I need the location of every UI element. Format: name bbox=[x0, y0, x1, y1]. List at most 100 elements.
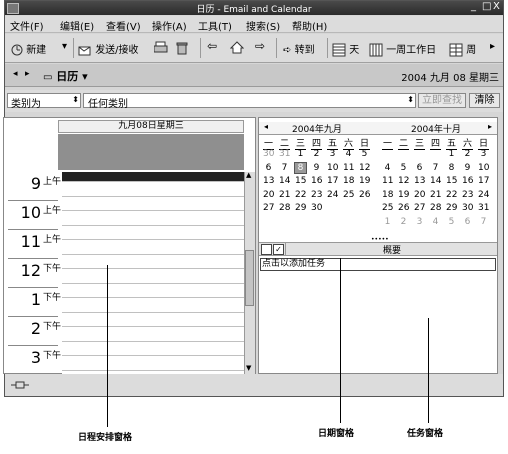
calendar-day[interactable]: 1 bbox=[382, 217, 393, 227]
calendar-day[interactable]: 1 bbox=[295, 149, 306, 159]
calendar-day[interactable]: 10 bbox=[327, 163, 338, 173]
search-now-button[interactable]: 立即查找 bbox=[418, 93, 466, 108]
calendar-day[interactable]: 1 bbox=[446, 149, 457, 159]
calendar-day[interactable]: 17 bbox=[327, 176, 338, 186]
menu-file[interactable]: 文件(F) bbox=[10, 18, 44, 33]
calendar-day[interactable]: 31 bbox=[279, 149, 290, 159]
menu-view[interactable]: 查看(V) bbox=[106, 18, 141, 33]
today-button[interactable] bbox=[230, 41, 244, 54]
calendar-day[interactable]: 13 bbox=[414, 176, 425, 186]
all-day-events-area[interactable] bbox=[58, 134, 244, 170]
calendar-day[interactable]: 19 bbox=[359, 176, 370, 186]
delete-button[interactable] bbox=[176, 41, 188, 55]
maximize-button[interactable]: □ bbox=[482, 1, 491, 12]
calendar-day[interactable]: 7 bbox=[430, 163, 441, 173]
selected-time-slot[interactable] bbox=[62, 172, 244, 181]
task-list[interactable] bbox=[259, 272, 497, 373]
calendar-day-selected[interactable]: 8 bbox=[294, 161, 307, 174]
calendar-day[interactable]: 11 bbox=[382, 176, 393, 186]
calendar-day[interactable]: 25 bbox=[382, 203, 393, 213]
calendar-day[interactable]: 18 bbox=[343, 176, 354, 186]
calendar-day[interactable]: 13 bbox=[263, 176, 274, 186]
calendar-day[interactable]: 16 bbox=[311, 176, 322, 186]
calendar-day[interactable]: 15 bbox=[446, 176, 457, 186]
add-task-field[interactable]: 点击以添加任务 bbox=[260, 258, 496, 271]
calendar-day[interactable]: 23 bbox=[311, 190, 322, 200]
task-complete-column-icon[interactable]: ✓ bbox=[273, 244, 284, 255]
calendar-day[interactable]: 24 bbox=[327, 190, 338, 200]
goto-button[interactable]: ➪ 转到 bbox=[283, 41, 315, 56]
next-month-arrow-icon[interactable]: ▸ bbox=[488, 122, 492, 131]
calendar-day[interactable]: 30 bbox=[311, 203, 322, 213]
calendar-day[interactable]: 30 bbox=[462, 203, 473, 213]
calendar-day[interactable]: 15 bbox=[295, 176, 306, 186]
time-slot-grid[interactable] bbox=[62, 172, 244, 374]
menu-tools[interactable]: 工具(T) bbox=[198, 18, 232, 33]
calendar-day[interactable]: 11 bbox=[343, 163, 354, 173]
next-arrow-icon[interactable]: ▸ bbox=[25, 69, 30, 79]
calendar-day[interactable]: 2 bbox=[398, 217, 409, 227]
calendar-day[interactable]: 9 bbox=[462, 163, 473, 173]
calendar-day[interactable]: 21 bbox=[430, 190, 441, 200]
category-select[interactable]: 任何类别 ⬍ bbox=[83, 93, 416, 110]
summary-column-header[interactable]: 概要 bbox=[383, 243, 401, 256]
calendar-day[interactable]: 29 bbox=[446, 203, 457, 213]
calendar-day[interactable]: 20 bbox=[263, 190, 274, 200]
week-view-button[interactable]: 周 bbox=[449, 41, 476, 57]
close-button[interactable]: X bbox=[493, 1, 500, 12]
toolbar-overflow-arrow-icon[interactable]: ▸ bbox=[490, 41, 495, 52]
calendar-day[interactable]: 14 bbox=[279, 176, 290, 186]
calendar-day[interactable]: 6 bbox=[462, 217, 473, 227]
calendar-day[interactable]: 27 bbox=[263, 203, 274, 213]
clear-button[interactable]: 清除 bbox=[469, 93, 500, 108]
calendar-day[interactable]: 4 bbox=[382, 163, 393, 173]
calendar-day[interactable]: 5 bbox=[446, 217, 457, 227]
calendar-day[interactable]: 26 bbox=[398, 203, 409, 213]
calendar-day[interactable]: 9 bbox=[311, 163, 322, 173]
menu-help[interactable]: 帮助(H) bbox=[292, 18, 327, 33]
calendar-day[interactable]: 26 bbox=[359, 190, 370, 200]
calendar-day[interactable]: 7 bbox=[279, 163, 290, 173]
minimize-button[interactable]: _ bbox=[471, 1, 476, 12]
calendar-folder-button[interactable]: ▭ 日历 ▾ bbox=[43, 68, 88, 84]
day-view-scrollbar[interactable]: ▲ ▼ bbox=[244, 171, 255, 374]
calendar-day[interactable]: 22 bbox=[295, 190, 306, 200]
calendar-day[interactable]: 31 bbox=[478, 203, 489, 213]
back-arrow-icon[interactable]: ⇦ bbox=[207, 39, 217, 53]
new-button[interactable]: 新建 bbox=[11, 41, 46, 56]
calendar-day[interactable]: 25 bbox=[343, 190, 354, 200]
calendar-day[interactable]: 17 bbox=[478, 176, 489, 186]
calendar-day[interactable]: 29 bbox=[295, 203, 306, 213]
scroll-down-icon[interactable]: ▼ bbox=[246, 364, 251, 372]
task-type-column-icon[interactable] bbox=[261, 244, 272, 255]
filter-field-select[interactable]: 类别为 ⬍ bbox=[7, 93, 81, 110]
menu-edit[interactable]: 编辑(E) bbox=[60, 18, 94, 33]
calendar-day[interactable]: 30 bbox=[263, 149, 274, 159]
calendar-day[interactable]: 8 bbox=[446, 163, 457, 173]
calendar-day[interactable]: 14 bbox=[430, 176, 441, 186]
calendar-day[interactable]: 12 bbox=[398, 176, 409, 186]
prev-month-arrow-icon[interactable]: ◂ bbox=[264, 122, 268, 131]
send-receive-button[interactable]: 发送/接收 bbox=[78, 41, 139, 56]
menu-search[interactable]: 搜索(S) bbox=[246, 18, 280, 33]
calendar-day[interactable]: 3 bbox=[414, 217, 425, 227]
prev-arrow-icon[interactable]: ◂ bbox=[13, 69, 18, 79]
calendar-day[interactable]: 20 bbox=[414, 190, 425, 200]
calendar-day[interactable]: 28 bbox=[279, 203, 290, 213]
new-dropdown-icon[interactable]: ▾ bbox=[62, 41, 67, 52]
day-view-button[interactable]: 天 bbox=[332, 41, 359, 57]
forward-arrow-icon[interactable]: ⇨ bbox=[255, 39, 265, 53]
calendar-day[interactable]: 24 bbox=[478, 190, 489, 200]
calendar-day[interactable]: 2 bbox=[462, 149, 473, 159]
day-header[interactable]: 九月08日星期三 bbox=[58, 120, 244, 133]
calendar-day[interactable]: 3 bbox=[478, 149, 489, 159]
calendar-day[interactable]: 5 bbox=[359, 149, 370, 159]
calendar-day[interactable]: 27 bbox=[414, 203, 425, 213]
menu-actions[interactable]: 操作(A) bbox=[152, 18, 187, 33]
print-button[interactable] bbox=[154, 41, 168, 53]
calendar-day[interactable]: 2 bbox=[311, 149, 322, 159]
calendar-day[interactable]: 5 bbox=[398, 163, 409, 173]
connection-status-icon[interactable] bbox=[11, 381, 29, 389]
calendar-day[interactable]: 4 bbox=[343, 149, 354, 159]
calendar-day[interactable]: 3 bbox=[327, 149, 338, 159]
